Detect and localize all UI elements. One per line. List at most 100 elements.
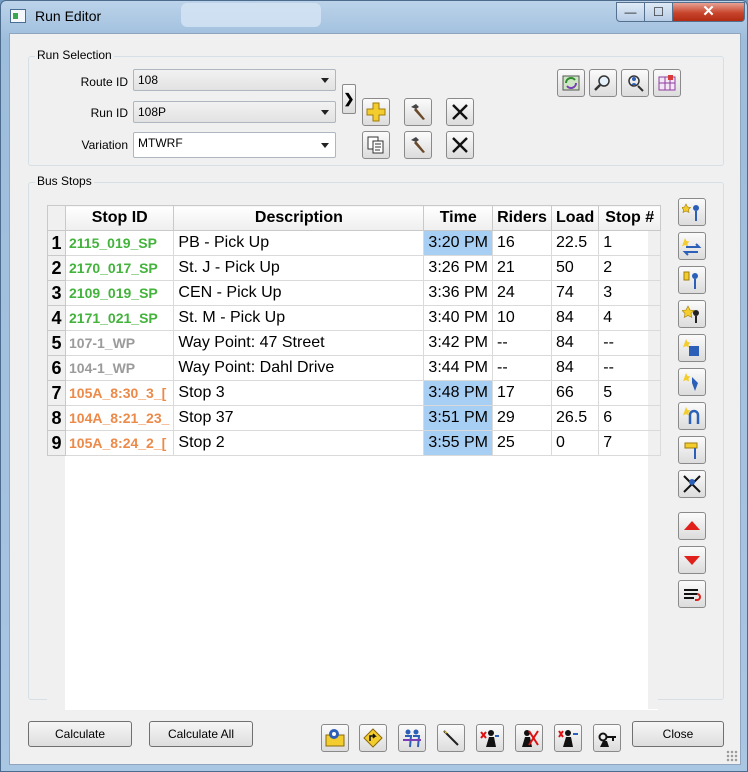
run-id-select[interactable]: 108P <box>133 101 336 123</box>
remove-students-button[interactable] <box>515 724 543 752</box>
column-header-load[interactable]: Load <box>551 205 600 231</box>
reorder-list-button[interactable] <box>678 580 706 608</box>
copy-variation-button[interactable] <box>362 131 390 159</box>
riders-cell[interactable]: 29 <box>492 405 553 431</box>
pin-map-button[interactable] <box>321 724 349 752</box>
load-cell[interactable]: 84 <box>551 305 600 331</box>
row-number[interactable]: 8 <box>47 405 66 431</box>
table-row[interactable]: 4 2171_021_SP St. M - Pick Up 3:40 PM 10 84 4 <box>47 305 662 331</box>
description-cell[interactable]: PB - Pick Up <box>173 230 425 256</box>
stop-number-cell[interactable]: -- <box>598 330 662 356</box>
time-cell[interactable]: 3:44 PM <box>423 355 494 381</box>
wand-button[interactable] <box>437 724 465 752</box>
edit-run-button[interactable] <box>404 98 432 126</box>
delete-run-button[interactable] <box>446 98 474 126</box>
column-header-time[interactable]: Time <box>423 205 494 231</box>
load-cell[interactable]: 66 <box>551 380 600 406</box>
description-cell[interactable]: Stop 37 <box>173 405 425 431</box>
table-row[interactable]: 7 105A_8:30_3_[Stop 3 3:48 PM 17 66 5 <box>47 380 662 406</box>
row-number[interactable]: 6 <box>47 355 66 381</box>
table-row[interactable]: 9 105A_8:24_2_[Stop 2 3:55 PM 25 0 7 <box>47 430 662 456</box>
close-button[interactable]: Close <box>632 721 724 747</box>
blue-pin-button[interactable] <box>678 368 706 396</box>
description-cell[interactable]: Way Point: Dahl Drive <box>173 355 425 381</box>
load-cell[interactable]: 84 <box>551 355 600 381</box>
stop-id-cell[interactable]: 107-1_WP <box>64 330 175 356</box>
refresh-map-button[interactable] <box>557 69 585 97</box>
add-stop-button[interactable] <box>678 198 706 226</box>
edit-variation-button[interactable] <box>404 131 432 159</box>
students-button[interactable] <box>398 724 426 752</box>
close-window-button[interactable]: ✕ <box>672 2 745 22</box>
table-row[interactable]: 6 104-1_WP Way Point: Dahl Drive 3:44 PM -- 8… <box>47 355 662 381</box>
stop-id-cell[interactable]: 2109_019_SP <box>64 280 175 306</box>
time-cell[interactable]: 3:40 PM <box>423 305 494 331</box>
table-row[interactable]: 2 2170_017_SP St. J - Pick Up 3:26 PM 21 50 2 <box>47 255 662 281</box>
resize-grip[interactable] <box>726 750 738 762</box>
route-id-select[interactable]: 108 <box>133 69 336 91</box>
reassign-button[interactable] <box>476 724 504 752</box>
row-number[interactable]: 2 <box>47 255 66 281</box>
time-cell[interactable]: 3:20 PM <box>423 230 494 256</box>
riders-cell[interactable]: 25 <box>492 430 553 456</box>
load-cell[interactable]: 50 <box>551 255 600 281</box>
riders-cell[interactable]: -- <box>492 330 553 356</box>
load-cell[interactable]: 22.5 <box>551 230 600 256</box>
row-number[interactable]: 4 <box>47 305 66 331</box>
description-cell[interactable]: Way Point: 47 Street <box>173 330 425 356</box>
add-run-button[interactable] <box>362 98 390 126</box>
move-down-button[interactable] <box>678 546 706 574</box>
stop-id-cell[interactable]: 104A_8:21_23_ <box>64 405 175 431</box>
column-header-description[interactable]: Description <box>173 205 425 231</box>
remove-stop-button[interactable] <box>678 470 706 498</box>
column-header-stop-number[interactable]: Stop # <box>598 205 662 231</box>
star-stop-button[interactable] <box>678 300 706 328</box>
locate-person-button[interactable] <box>621 69 649 97</box>
stop-number-cell[interactable]: -- <box>598 355 662 381</box>
stop-id-cell[interactable]: 105A_8:30_3_[ <box>64 380 175 406</box>
riders-cell[interactable]: 24 <box>492 280 553 306</box>
table-row[interactable]: 3 2109_019_SP CEN - Pick Up 3:36 PM 24 74 3 <box>47 280 662 306</box>
riders-cell[interactable]: -- <box>492 355 553 381</box>
direction-button[interactable] <box>359 724 387 752</box>
assign-students-button[interactable] <box>554 724 582 752</box>
move-up-button[interactable] <box>678 512 706 540</box>
time-cell[interactable]: 3:26 PM <box>423 255 494 281</box>
stop-id-cell[interactable]: 2170_017_SP <box>64 255 175 281</box>
stop-number-cell[interactable]: 2 <box>598 255 662 281</box>
row-number[interactable]: 9 <box>47 430 66 456</box>
stop-number-cell[interactable]: 6 <box>598 405 662 431</box>
maximize-button[interactable]: ☐ <box>644 2 673 22</box>
description-cell[interactable]: Stop 3 <box>173 380 425 406</box>
grid-map-button[interactable] <box>653 69 681 97</box>
blue-stop-button[interactable] <box>678 334 706 362</box>
description-cell[interactable]: Stop 2 <box>173 430 425 456</box>
search-button[interactable] <box>589 69 617 97</box>
riders-cell[interactable]: 16 <box>492 230 553 256</box>
time-cell[interactable]: 3:48 PM <box>423 380 494 406</box>
riders-cell[interactable]: 17 <box>492 380 553 406</box>
load-cell[interactable]: 84 <box>551 330 600 356</box>
insert-stop-button[interactable] <box>678 266 706 294</box>
table-row[interactable]: 5 107-1_WP Way Point: 47 Street 3:42 PM -- 84… <box>47 330 662 356</box>
description-cell[interactable]: St. M - Pick Up <box>173 305 425 331</box>
table-row[interactable]: 8 104A_8:21_23_ Stop 37 3:51 PM 29 26.5 6 <box>47 405 662 431</box>
stop-number-cell[interactable]: 3 <box>598 280 662 306</box>
time-cell[interactable]: 3:42 PM <box>423 330 494 356</box>
delete-variation-button[interactable] <box>446 131 474 159</box>
column-header-riders[interactable]: Riders <box>492 205 553 231</box>
riders-cell[interactable]: 10 <box>492 305 553 331</box>
row-number[interactable]: 7 <box>47 380 66 406</box>
stop-id-cell[interactable]: 2171_021_SP <box>64 305 175 331</box>
time-cell[interactable]: 3:55 PM <box>423 430 494 456</box>
minimize-button[interactable]: — <box>616 2 645 22</box>
time-cell[interactable]: 3:51 PM <box>423 405 494 431</box>
calculate-button[interactable]: Calculate <box>28 721 132 747</box>
stop-number-cell[interactable]: 4 <box>598 305 662 331</box>
variation-select[interactable]: MTWRF <box>133 132 336 158</box>
stop-number-cell[interactable]: 1 <box>598 230 662 256</box>
swap-stop-button[interactable] <box>678 232 706 260</box>
riders-cell[interactable]: 21 <box>492 255 553 281</box>
load-cell[interactable]: 26.5 <box>551 405 600 431</box>
key-person-button[interactable] <box>593 724 621 752</box>
